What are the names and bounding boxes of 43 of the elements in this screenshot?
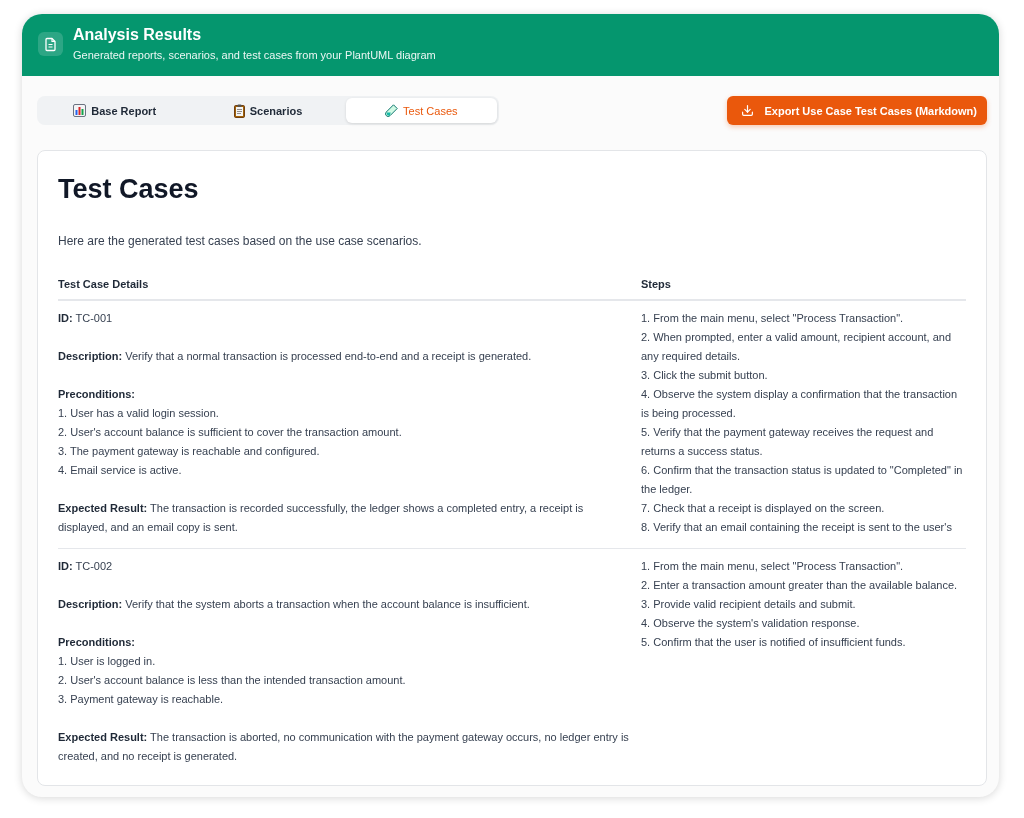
step-item: 6. Confirm that the transaction status is updated to "Completed" in the ledger. [641,463,964,497]
step-item: 5. Confirm that the user is notified of insufficient funds. [641,635,907,650]
description-text: Description: Verify that a normal transaction is processed end-to-end and a receipt is generated. [58,349,533,364]
step-item: 3. Click the submit button. [641,368,769,383]
id-text: ID: TC-002 [58,559,114,574]
test-tube-icon [385,104,399,117]
expected-result-text: Expected Result: The transaction is aborted, no communication with the payment gateway occurs, no ledger entry is created, and no receipt is generated. [58,730,629,764]
content-title: Test Cases [58,173,200,205]
precondition-item: 4. Email service is active. [58,463,183,478]
bar-chart-icon [73,104,87,117]
precondition-item: 1. User is logged in. [58,654,157,669]
tab[interactable]: Base Report [39,98,191,123]
description-text: Description: Verify that the system aborts a transaction when the account balance is insufficient. [58,597,531,612]
column-header: Test Case Details [58,270,641,300]
precondition-item: 3. The payment gateway is reachable and configured. [58,444,321,459]
header-subtitle: Generated reports, scenarios, and test cases from your PlantUML diagram [73,48,436,63]
step-item: 5. Verify that the payment gateway receives the request and returns a success status. [641,425,935,459]
tab[interactable]: Test Cases [345,98,497,123]
step-item: 2. When prompted, enter a valid amount, recipient account, and any required details. [641,330,952,364]
step-item: 7. Check that a receipt is displayed on the screen. [641,501,886,516]
step-item: 4. Observe the system display a confirmation that the transaction is being processed. [641,387,959,421]
expected-result-text: Expected Result: The transaction is recorded successfully, the ledger shows a completed entry, a receipt is displayed, and an email copy is sent. [58,501,585,535]
clipboard-icon [233,103,245,118]
step-item: 8. Verify that an email containing the receipt is sent to the user's [641,520,953,535]
intro-text: Here are the generated test cases based on the use case scenarios. [58,233,423,250]
preconditions-heading: Preconditions: [58,387,136,402]
document-icon [38,32,63,56]
step-item: 1. From the main menu, select "Process Transaction". [641,311,905,326]
step-item: 1. From the main menu, select "Process Transaction". [641,559,905,574]
precondition-item: 2. User's account balance is less than the intended transaction amount. [58,673,407,688]
step-item: 4. Observe the system's validation response. [641,616,861,631]
header-title: Analysis Results [73,25,203,45]
preconditions-heading: Preconditions: [58,635,136,650]
precondition-item: 3. Payment gateway is reachable. [58,692,225,707]
step-item: 3. Provide valid recipient details and submit. [641,597,857,612]
column-header: Steps [641,270,966,300]
tab[interactable]: Scenarios [192,98,344,123]
step-item: 2. Enter a transaction amount greater than the available balance. [641,578,959,593]
download-icon [741,104,755,117]
id-text: ID: TC-001 [58,311,114,326]
precondition-item: 1. User has a valid login session. [58,406,220,421]
precondition-item: 2. User's account balance is sufficient to cover the transaction amount. [58,425,403,440]
export-button[interactable]: Export Use Case Test Cases (Markdown) [727,96,987,125]
